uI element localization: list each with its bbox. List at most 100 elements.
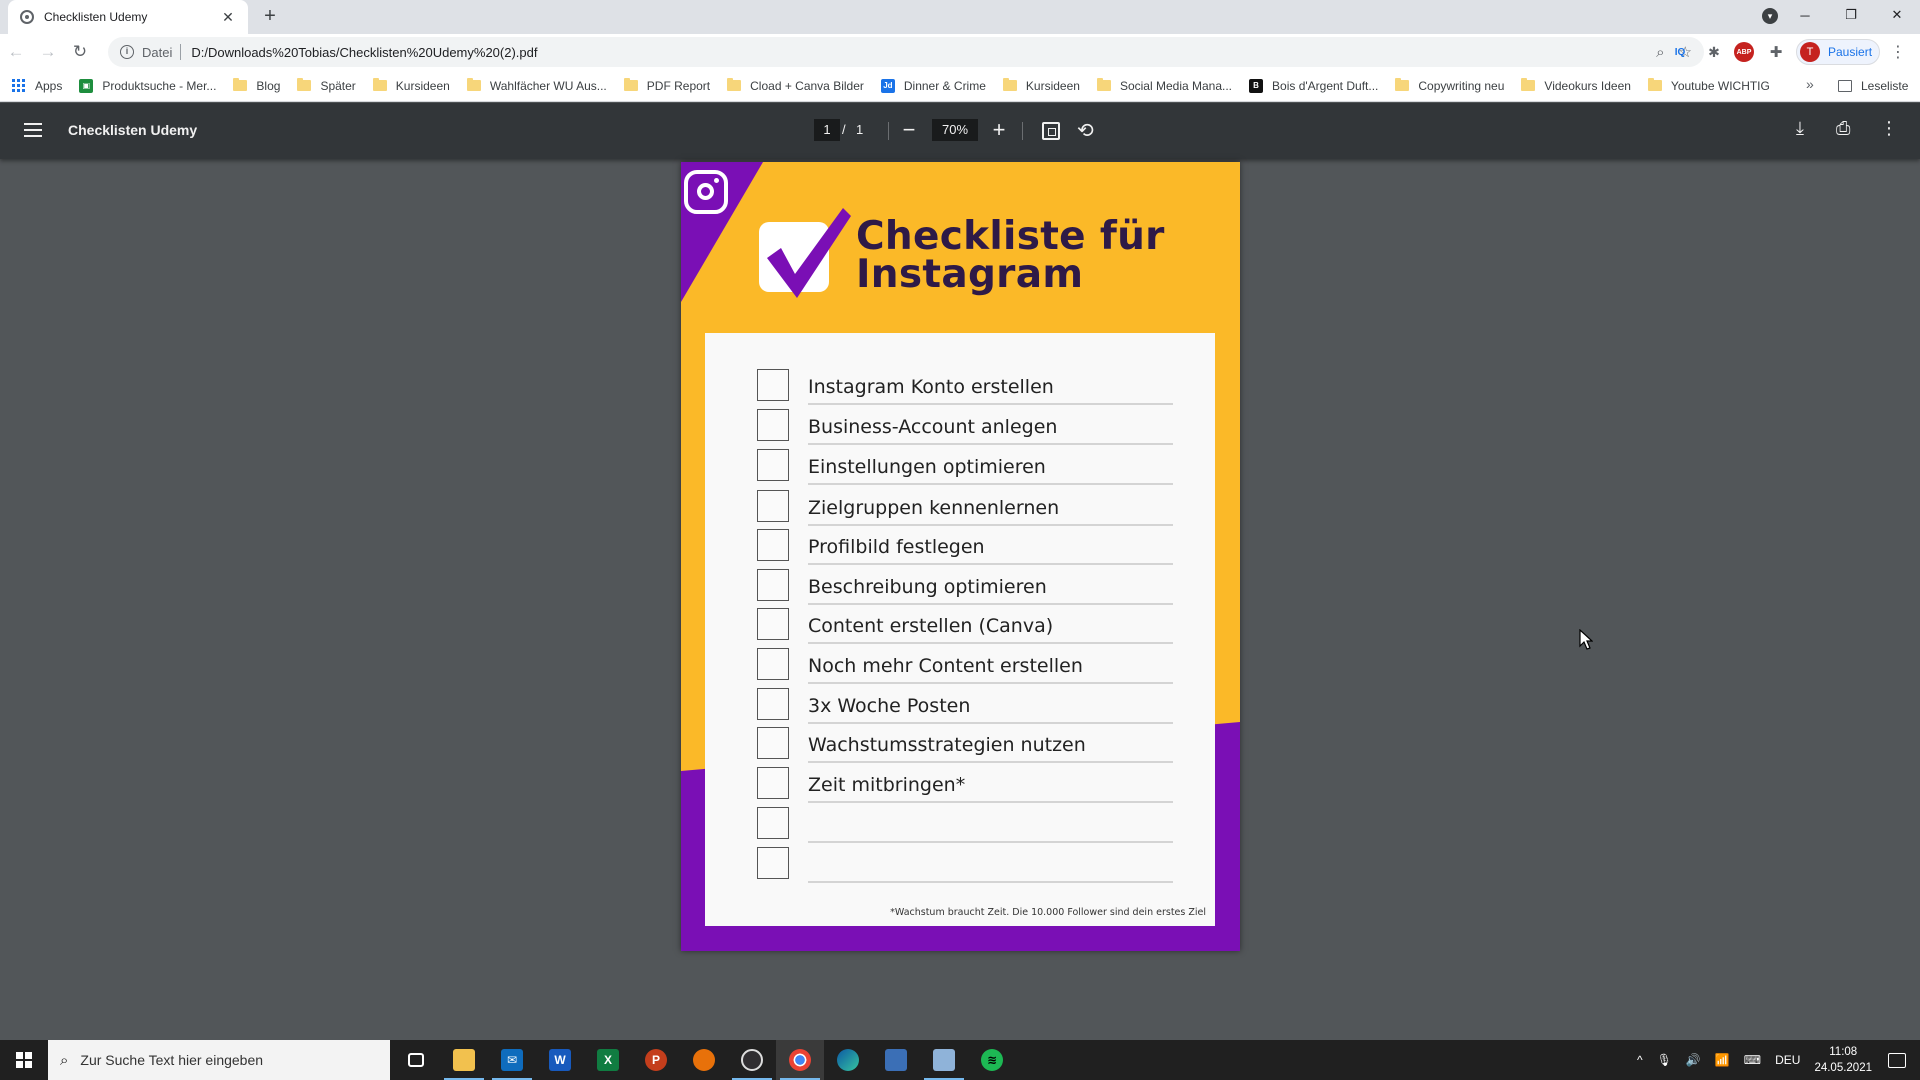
app-button[interactable] bbox=[872, 1040, 920, 1080]
checklist-item[interactable]: Zielgruppen kennenlernen bbox=[757, 490, 1173, 526]
network-icon[interactable]: 📶 bbox=[1715, 1053, 1730, 1067]
info-icon[interactable]: i bbox=[120, 45, 134, 59]
checkbox[interactable] bbox=[757, 847, 789, 879]
url-text[interactable]: D:/Downloads%20Tobias/Checklisten%20Udem… bbox=[191, 45, 1642, 60]
adblock-icon[interactable]: ABP bbox=[1734, 42, 1754, 62]
bookmark-item[interactable]: Kursideen bbox=[1002, 78, 1080, 93]
checkbox[interactable] bbox=[757, 569, 789, 601]
word-button[interactable]: W bbox=[536, 1040, 584, 1080]
app-button[interactable] bbox=[680, 1040, 728, 1080]
bookmark-item[interactable]: Cload + Canva Bilder bbox=[727, 78, 864, 93]
checkbox[interactable] bbox=[757, 369, 789, 401]
reading-list-button[interactable]: Leseliste bbox=[1838, 70, 1908, 102]
zoom-out-button[interactable]: − bbox=[897, 116, 921, 144]
reload-button[interactable]: ↻ bbox=[64, 36, 96, 68]
profile-button[interactable]: T Pausiert bbox=[1796, 39, 1880, 65]
close-window-button[interactable]: ✕ bbox=[1874, 0, 1920, 30]
zoom-in-button[interactable]: + bbox=[987, 116, 1011, 144]
chevron-up-icon[interactable]: ^ bbox=[1637, 1053, 1643, 1067]
bookmark-item[interactable]: Kursideen bbox=[372, 78, 450, 93]
more-options-icon[interactable]: ⋮ bbox=[1880, 118, 1898, 139]
clock[interactable]: 11:08 24.05.2021 bbox=[1814, 1044, 1872, 1076]
checklist-item[interactable]: Business-Account anlegen bbox=[757, 409, 1173, 445]
bookmark-item[interactable]: Wahlfächer WU Aus... bbox=[466, 78, 607, 93]
checklist-item[interactable]: Noch mehr Content erstellen bbox=[757, 648, 1173, 684]
minimize-button[interactable]: ─ bbox=[1782, 0, 1828, 30]
print-icon[interactable]: ⎙ bbox=[1836, 118, 1850, 139]
back-button[interactable]: ← bbox=[0, 36, 32, 68]
volume-icon[interactable]: 🔊 bbox=[1686, 1053, 1701, 1067]
checklist-item[interactable]: Zeit mitbringen* bbox=[757, 767, 1173, 803]
checkbox[interactable] bbox=[757, 490, 789, 522]
restore-button[interactable]: ❐ bbox=[1828, 0, 1874, 30]
title-line: Instagram bbox=[856, 252, 1084, 297]
zoom-magnifier-icon[interactable]: ⌕ bbox=[1656, 44, 1664, 61]
checklist-item[interactable]: Wachstumsstrategien nutzen bbox=[757, 727, 1173, 763]
checklist-item[interactable]: Instagram Konto erstellen bbox=[757, 369, 1173, 405]
folder-icon bbox=[1521, 78, 1536, 91]
checkbox[interactable] bbox=[757, 688, 789, 720]
excel-button[interactable]: X bbox=[584, 1040, 632, 1080]
fit-page-icon[interactable] bbox=[1042, 122, 1060, 140]
bookmark-item[interactable]: Youtube WICHTIG bbox=[1647, 78, 1770, 93]
checklist-item[interactable]: Profilbild festlegen bbox=[757, 529, 1173, 565]
task-view-button[interactable] bbox=[392, 1040, 440, 1080]
browser-tab[interactable]: Checklisten Udemy ✕ bbox=[8, 0, 248, 34]
checklist-item[interactable]: 3x Woche Posten bbox=[757, 688, 1173, 724]
download-icon[interactable]: ⤓ bbox=[1796, 118, 1804, 139]
powerpoint-button[interactable]: P bbox=[632, 1040, 680, 1080]
spotify-button[interactable]: ≋ bbox=[968, 1040, 1016, 1080]
task-view-icon bbox=[408, 1053, 424, 1067]
rotate-icon[interactable]: ⟲ bbox=[1077, 118, 1094, 143]
new-tab-button[interactable]: + bbox=[258, 5, 282, 28]
bookmark-item[interactable]: PDF Report bbox=[623, 78, 710, 93]
checkbox[interactable] bbox=[757, 767, 789, 799]
puzzle-extensions-icon[interactable]: ✚ bbox=[1766, 42, 1786, 62]
checkbox[interactable] bbox=[757, 727, 789, 759]
microphone-icon[interactable]: 🎙 bbox=[1657, 1053, 1672, 1067]
checklist-item[interactable] bbox=[757, 847, 1173, 883]
file-explorer-button[interactable] bbox=[440, 1040, 488, 1080]
notification-icon[interactable] bbox=[1888, 1052, 1906, 1068]
mail-button[interactable]: ✉ bbox=[488, 1040, 536, 1080]
address-bar[interactable]: i Datei D:/Downloads%20Tobias/Checkliste… bbox=[108, 37, 1704, 67]
bookmark-item[interactable]: Später bbox=[297, 78, 356, 93]
zoom-input[interactable]: 70% bbox=[932, 119, 978, 141]
checkbox[interactable] bbox=[757, 529, 789, 561]
browser-menu-icon[interactable]: ⋮ bbox=[1890, 42, 1906, 62]
tab-search-icon[interactable]: ▾ bbox=[1762, 8, 1778, 24]
bookmark-item[interactable]: B Bois d'Argent Duft... bbox=[1249, 78, 1378, 93]
extension-badge-icon[interactable]: ✱ bbox=[1704, 42, 1724, 62]
bookmarks-overflow-button[interactable]: » bbox=[1806, 76, 1814, 92]
bookmark-apps[interactable]: Apps bbox=[12, 78, 62, 93]
bookmark-item[interactable]: Videokurs Ideen bbox=[1521, 78, 1631, 93]
chrome-button[interactable] bbox=[776, 1040, 824, 1080]
checklist-item[interactable] bbox=[757, 807, 1173, 843]
tab-close-icon[interactable]: ✕ bbox=[220, 9, 236, 26]
checkbox[interactable] bbox=[757, 648, 789, 680]
notepad-button[interactable] bbox=[920, 1040, 968, 1080]
bookmark-item[interactable]: Blog bbox=[233, 78, 280, 93]
checkbox[interactable] bbox=[757, 807, 789, 839]
language-indicator[interactable]: DEU bbox=[1775, 1053, 1800, 1067]
page-number-input[interactable]: 1 bbox=[814, 119, 840, 141]
bookmark-item[interactable]: ▣ Produktsuche - Mer... bbox=[79, 78, 216, 93]
obs-button[interactable] bbox=[728, 1040, 776, 1080]
checklist-item[interactable]: Content erstellen (Canva) bbox=[757, 608, 1173, 644]
checkbox[interactable] bbox=[757, 409, 789, 441]
taskbar-search[interactable]: ⌕ Zur Suche Text hier eingeben bbox=[48, 1040, 390, 1080]
bookmark-item[interactable]: Copywriting neu bbox=[1395, 78, 1504, 93]
bookmark-item[interactable]: Social Media Mana... bbox=[1096, 78, 1232, 93]
checklist-item[interactable]: Einstellungen optimieren bbox=[757, 449, 1173, 485]
checkmark-icon bbox=[767, 208, 851, 298]
start-button[interactable] bbox=[0, 1040, 48, 1080]
checkbox[interactable] bbox=[757, 449, 789, 481]
forward-button[interactable]: → bbox=[32, 36, 64, 68]
iq-extension-icon[interactable]: IQ bbox=[1670, 42, 1690, 62]
edge-button[interactable] bbox=[824, 1040, 872, 1080]
checkbox[interactable] bbox=[757, 608, 789, 640]
checklist-item[interactable]: Beschreibung optimieren bbox=[757, 569, 1173, 605]
keyboard-icon[interactable]: ⌨ bbox=[1744, 1053, 1761, 1067]
menu-icon[interactable] bbox=[24, 123, 42, 137]
bookmark-item[interactable]: Jd Dinner & Crime bbox=[880, 78, 986, 93]
